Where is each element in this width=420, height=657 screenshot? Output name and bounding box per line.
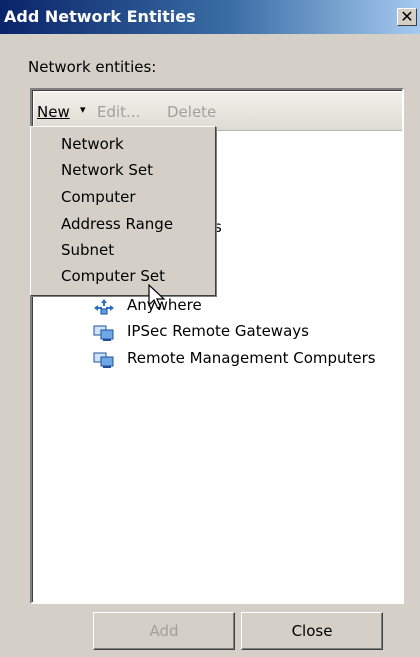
computer-set-icon [93, 324, 115, 342]
network-entities-label: Network entities: [28, 58, 157, 76]
anywhere-network-icon [93, 298, 115, 316]
menu-item-computer-set[interactable]: Computer Set [61, 267, 165, 285]
close-button[interactable]: Close [241, 612, 383, 650]
edit-button[interactable]: Edit... [97, 103, 140, 121]
tree-item-label: IPSec Remote Gateways [127, 322, 309, 340]
title-bar[interactable]: Add Network Entities ✕ [0, 0, 420, 34]
new-dropdown-menu: Network Network Set Computer Address Ran… [30, 126, 216, 296]
computer-set-icon [93, 351, 115, 369]
dialog-title: Add Network Entities [4, 7, 196, 26]
add-button[interactable]: Add [93, 612, 235, 650]
mouse-pointer-icon [148, 283, 166, 314]
delete-button[interactable]: Delete [167, 103, 216, 121]
add-network-entities-dialog: Add Network Entities ✕ Network entities:… [0, 0, 420, 657]
menu-item-network-set[interactable]: Network Set [61, 161, 153, 179]
new-button[interactable]: New [37, 103, 70, 121]
menu-item-computer[interactable]: Computer [61, 188, 136, 206]
menu-item-subnet[interactable]: Subnet [61, 241, 114, 259]
chevron-down-icon[interactable]: ▾ [80, 103, 86, 116]
menu-item-address-range[interactable]: Address Range [61, 215, 173, 233]
close-icon[interactable]: ✕ [397, 8, 417, 26]
menu-item-network[interactable]: Network [61, 135, 124, 153]
tree-item-label: Remote Management Computers [127, 349, 376, 367]
